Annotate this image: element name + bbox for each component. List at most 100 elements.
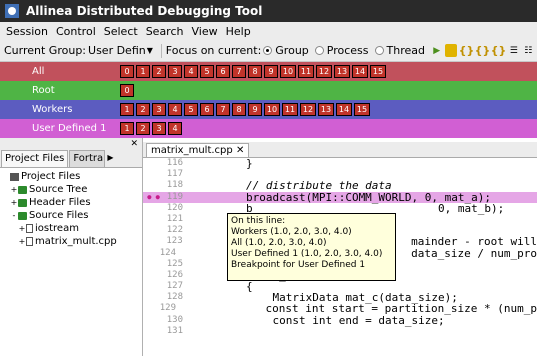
expand-icon[interactable]: + xyxy=(10,185,18,194)
play-icon[interactable]: ▶ xyxy=(431,44,443,57)
process-box[interactable]: 3 xyxy=(152,103,166,116)
step-out-icon[interactable]: {} xyxy=(491,44,507,57)
process-box[interactable]: 0 xyxy=(120,84,134,97)
tab-project-files[interactable]: Project Files xyxy=(1,150,69,167)
breakpoint-marker-icon[interactable]: ● ● xyxy=(143,192,163,203)
group-row-all[interactable]: All 0 1 2 3 4 5 6 7 8 9 10 11 12 13 14 15 xyxy=(0,62,537,81)
tree-item[interactable]: + iostream xyxy=(2,222,142,235)
current-group-select[interactable]: User Defin ▼ xyxy=(88,44,153,57)
focus-group-radio[interactable]: Group xyxy=(263,44,309,57)
process-box[interactable]: 4 xyxy=(168,103,182,116)
menu-view[interactable]: View xyxy=(187,25,221,38)
process-box[interactable]: 8 xyxy=(232,103,246,116)
collapse-icon[interactable]: - xyxy=(10,211,18,220)
expand-icon[interactable]: + xyxy=(10,198,18,207)
tab-fortran[interactable]: Fortra xyxy=(69,150,106,167)
process-box[interactable]: 15 xyxy=(354,103,370,116)
step-into-icon[interactable]: {} xyxy=(459,44,475,57)
gutter[interactable] xyxy=(143,180,163,191)
process-box[interactable]: 10 xyxy=(280,65,296,78)
gutter[interactable] xyxy=(143,303,160,314)
folder-icon xyxy=(18,211,27,220)
process-box[interactable]: 13 xyxy=(318,103,334,116)
gutter[interactable] xyxy=(143,259,163,270)
code-line[interactable]: 129 const int start = partition_size * (… xyxy=(143,303,537,314)
gutter[interactable] xyxy=(143,236,163,247)
process-box[interactable]: 11 xyxy=(298,65,314,78)
process-box[interactable]: 2 xyxy=(136,122,150,135)
close-tab-icon[interactable]: ✕ xyxy=(236,145,244,156)
process-box[interactable]: 8 xyxy=(248,65,262,78)
gutter[interactable] xyxy=(143,158,163,169)
tooltip-line: All (1.0, 2.0, 3.0, 4.0) xyxy=(231,238,327,248)
process-box[interactable]: 1 xyxy=(120,103,134,116)
tree-item[interactable]: + Header Files xyxy=(2,196,142,209)
gutter[interactable] xyxy=(143,169,163,180)
code-line[interactable]: 118 // distribute the data xyxy=(143,180,537,191)
process-box[interactable]: 1 xyxy=(136,65,150,78)
code-line[interactable]: 130 const int end = data_size; xyxy=(143,314,537,326)
group-row-user-defined-1[interactable]: User Defined 1 1234 xyxy=(0,119,537,138)
process-box[interactable]: 3 xyxy=(168,65,182,78)
gutter[interactable] xyxy=(143,292,163,303)
process-box[interactable]: 7 xyxy=(232,65,246,78)
expand-icon[interactable]: + xyxy=(18,237,26,246)
gutter[interactable] xyxy=(143,315,163,326)
gutter[interactable] xyxy=(143,281,163,292)
process-box[interactable]: 4 xyxy=(184,65,198,78)
process-box[interactable]: 12 xyxy=(316,65,332,78)
process-box[interactable]: 5 xyxy=(184,103,198,116)
process-box[interactable]: 1 xyxy=(120,122,134,135)
process-box[interactable]: 2 xyxy=(152,65,166,78)
process-box[interactable]: 0 xyxy=(120,65,134,78)
process-box[interactable]: 15 xyxy=(370,65,386,78)
gutter[interactable] xyxy=(143,326,163,337)
process-box[interactable]: 10 xyxy=(264,103,280,116)
focus-thread-label: Thread xyxy=(386,44,425,57)
gutter[interactable] xyxy=(143,270,163,281)
gutter[interactable] xyxy=(143,203,163,214)
tree-item[interactable]: + Source Tree xyxy=(2,183,142,196)
process-box[interactable]: 9 xyxy=(248,103,262,116)
process-box[interactable]: 14 xyxy=(336,103,352,116)
code-line[interactable]: 131 xyxy=(143,326,537,337)
pause-icon[interactable] xyxy=(445,44,457,57)
list-icon[interactable]: ☰ xyxy=(508,44,520,57)
process-box[interactable]: 12 xyxy=(300,103,316,116)
process-box[interactable]: 3 xyxy=(152,122,166,135)
menu-select[interactable]: Select xyxy=(100,25,142,38)
process-box[interactable]: 4 xyxy=(168,122,182,135)
code-line[interactable]: 116 } xyxy=(143,158,537,169)
tree-item[interactable]: + matrix_mult.cpp xyxy=(2,235,142,248)
tree-item[interactable]: Project Files xyxy=(2,170,142,183)
tab-scroll-right-icon[interactable]: ▶ xyxy=(105,150,115,167)
file-tab[interactable]: matrix_mult.cpp ✕ xyxy=(146,143,250,157)
focus-process-radio[interactable]: Process xyxy=(314,44,369,57)
close-pane-icon[interactable]: ✕ xyxy=(0,138,142,150)
step-over-icon[interactable]: {} xyxy=(475,44,491,57)
process-box[interactable]: 2 xyxy=(136,103,150,116)
process-box[interactable]: 7 xyxy=(216,103,230,116)
process-box[interactable]: 9 xyxy=(264,65,278,78)
process-box[interactable]: 5 xyxy=(200,65,214,78)
menu-control[interactable]: Control xyxy=(52,25,100,38)
gutter[interactable] xyxy=(143,214,163,225)
tree-item[interactable]: - Source Files xyxy=(2,209,142,222)
process-box[interactable]: 6 xyxy=(216,65,230,78)
group-row-root[interactable]: Root 0 xyxy=(0,81,537,100)
gutter[interactable] xyxy=(143,248,160,259)
process-box[interactable]: 14 xyxy=(352,65,368,78)
menu-session[interactable]: Session xyxy=(2,25,52,38)
expand-icon[interactable]: + xyxy=(18,224,26,233)
group-row-workers[interactable]: Workers 1 2 3 4 5 6 7 8 9 10 11 12 13 14 15 xyxy=(0,100,537,119)
radio-unselected-icon xyxy=(314,46,324,55)
project-icon xyxy=(10,172,19,181)
menu-help[interactable]: Help xyxy=(222,25,255,38)
process-box[interactable]: 11 xyxy=(282,103,298,116)
focus-thread-radio[interactable]: Thread xyxy=(374,44,425,57)
grid-icon[interactable]: ☷ xyxy=(522,44,534,57)
process-box[interactable]: 6 xyxy=(200,103,214,116)
menu-search[interactable]: Search xyxy=(142,25,188,38)
process-box[interactable]: 13 xyxy=(334,65,350,78)
gutter[interactable] xyxy=(143,225,163,236)
